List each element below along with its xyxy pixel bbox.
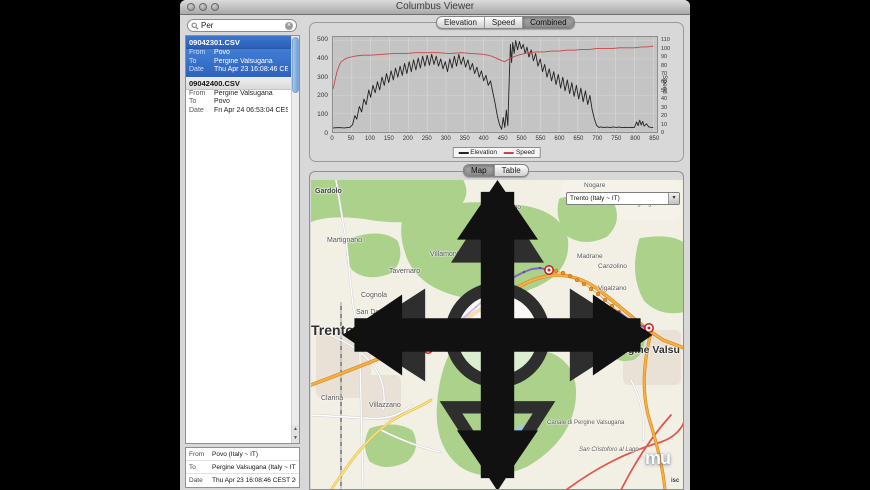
- distance-tick-label: 100: [364, 136, 375, 142]
- track-list-item[interactable]: 09042301.CSV From Povo To Pergine Valsugan…: [186, 36, 291, 77]
- speed-tick-label: 40: [661, 96, 668, 103]
- legend-label: Speed: [515, 149, 535, 156]
- app-window: Columbus Viewer Per × 09042301.CSV From P…: [180, 0, 690, 490]
- field-value: Thu Apr 23 16:08:46 CEST 2009: [212, 477, 296, 484]
- tab-map[interactable]: Map: [464, 165, 494, 176]
- distance-tick-label: 150: [383, 136, 394, 142]
- detail-row: To Pergine Valsugana (Italy ~ IT): [186, 461, 299, 474]
- speed-line-sample: [503, 151, 514, 154]
- distance-tick-label: 250: [421, 136, 432, 142]
- speed-tick-label: 10: [661, 121, 668, 128]
- distance-axis: 0 50 100 150 200 250 300 350 400 450 500 550 600 650 7…: [330, 136, 659, 144]
- field-value: Pergine Valsugana: [214, 57, 273, 65]
- main-area: Elevation Speed Combined 0 100 200 300 400 50…: [305, 0, 688, 490]
- distance-tick-label: 200: [402, 136, 413, 142]
- field-value: Fri Apr 24 06:53:04 CEST 2009: [214, 106, 288, 114]
- field-label: To: [189, 98, 197, 105]
- field-label: To: [189, 463, 196, 471]
- elevation-tick-label: 200: [317, 92, 328, 100]
- map-viewport[interactable]: GardoloNogareMontagnagaGarzanoCivezzanoM…: [311, 180, 683, 489]
- close-button[interactable]: [187, 3, 195, 11]
- tab-speed[interactable]: Speed: [483, 17, 522, 28]
- scroll-down-arrow[interactable]: ▼: [292, 434, 299, 443]
- distance-tick-label: 450: [497, 136, 508, 142]
- speed-tick-label: 30: [661, 104, 668, 111]
- elevation-axis: 0 100 200 300 400 500: [310, 36, 330, 136]
- track-list: 09042301.CSV From Povo To Pergine Valsugan…: [185, 35, 300, 444]
- field-value: Povo (Italy ~ IT): [212, 450, 259, 458]
- field-label: Date: [189, 477, 203, 484]
- field-value: Pergine Valsugana: [214, 89, 273, 97]
- field-value: Povo: [214, 98, 230, 105]
- distance-tick-label: 50: [347, 136, 355, 142]
- field-label: Date: [189, 66, 204, 73]
- speed-tick-label: 90: [661, 54, 668, 61]
- move-cursor-icon: [342, 180, 653, 489]
- track-list-item[interactable]: 09042400.CSV From Pergine Valsugana To Pov…: [186, 76, 291, 118]
- chart-tabs: Elevation Speed Combined: [436, 16, 575, 29]
- clear-search-icon[interactable]: ×: [285, 21, 293, 30]
- speed-axis-title: Speed: [661, 75, 668, 94]
- sidebar: Per × 09042301.CSV From Povo To Pergine Va…: [183, 16, 302, 490]
- chart-legend: Elevation Speed: [452, 147, 541, 158]
- field-label: Date: [189, 106, 204, 114]
- tab-combined[interactable]: Combined: [522, 17, 574, 28]
- speed-tick-label: 20: [661, 113, 668, 120]
- detail-row: Date Thu Apr 23 16:08:46 CEST 2009: [186, 474, 299, 487]
- distance-tick-label: 300: [440, 136, 451, 142]
- distance-tick-label: 0: [330, 136, 334, 142]
- distance-tick-label: 600: [554, 136, 565, 142]
- chart-plot-area: [332, 36, 658, 133]
- distance-tick-label: 650: [573, 136, 584, 142]
- details-panel: From Povo (Italy ~ IT) To Pergine Valsugan…: [185, 447, 300, 488]
- tab-table[interactable]: Table: [493, 165, 528, 176]
- elevation-tick-label: 100: [317, 110, 328, 118]
- field-value: Thu Apr 23 16:08:46 CEST 2009: [214, 66, 288, 73]
- distance-tick-label: 400: [478, 136, 489, 142]
- track-filename: 09042301.CSV: [186, 36, 291, 49]
- elevation-line-sample: [458, 151, 469, 154]
- search-input[interactable]: Per: [201, 20, 283, 31]
- speed-tick-label: 100: [661, 45, 671, 52]
- field-value: Povo: [214, 49, 230, 56]
- minimize-button[interactable]: [199, 3, 207, 11]
- field-value: Pergine Valsugana (Italy ~ IT): [212, 463, 296, 471]
- map-tabs: Map Table: [463, 164, 529, 177]
- combined-chart: [333, 37, 657, 132]
- distance-tick-label: 550: [535, 136, 546, 142]
- scroll-up-arrow[interactable]: ▲: [292, 425, 299, 434]
- field-label: From: [189, 89, 206, 97]
- zoom-button[interactable]: [211, 3, 219, 11]
- legend-label: Elevation: [470, 149, 497, 156]
- elevation-tick-label: 300: [317, 73, 328, 81]
- field-label: From: [189, 49, 206, 56]
- watermark-logo: mu: [645, 448, 671, 468]
- search-icon: [191, 22, 199, 30]
- distance-tick-label: 700: [592, 136, 603, 142]
- tab-elevation[interactable]: Elevation: [437, 17, 484, 28]
- distance-tick-label: 850: [649, 136, 660, 142]
- track-filename: 09042400.CSV: [186, 76, 291, 90]
- chart-panel: 0 100 200 300 400 500 0 10 20 30 40 50 60 70 80 90 100 1…: [309, 22, 684, 162]
- field-label: From: [189, 450, 205, 458]
- speed-tick-label: 80: [661, 62, 668, 69]
- field-label: To: [189, 57, 197, 65]
- distance-tick-label: 750: [611, 136, 622, 142]
- screen-background: Columbus Viewer Per × 09042301.CSV From P…: [0, 0, 870, 490]
- detail-row: From Povo (Italy ~ IT): [186, 448, 299, 461]
- distance-tick-label: 350: [459, 136, 470, 142]
- search-field[interactable]: Per ×: [187, 19, 297, 32]
- scrollbar-thumb[interactable]: [292, 37, 299, 93]
- elevation-tick-label: 400: [317, 54, 328, 62]
- speed-tick-label: 110: [661, 37, 670, 44]
- distance-tick-label: 500: [516, 136, 527, 142]
- elevation-tick-label: 500: [317, 36, 328, 44]
- window-controls: [187, 3, 219, 11]
- map-panel: GardoloNogareMontagnagaGarzanoCivezzanoM…: [309, 171, 684, 490]
- distance-tick-label: 800: [630, 136, 641, 142]
- list-scrollbar[interactable]: ▲ ▼: [291, 36, 299, 443]
